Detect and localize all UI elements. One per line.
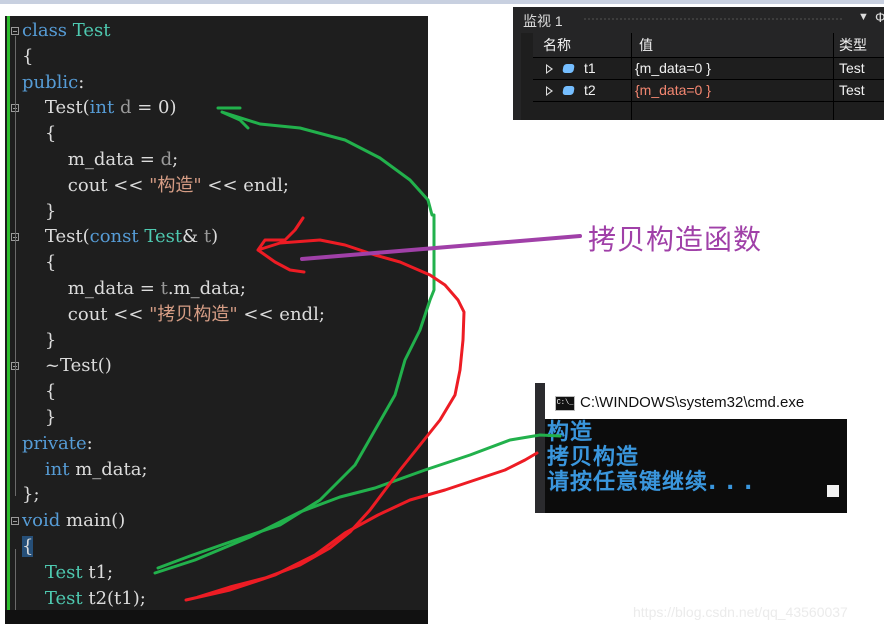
purple-arrow-stroke (300, 234, 582, 261)
annotation-strokes (153, 106, 582, 602)
green-arrow-stroke (153, 433, 562, 575)
red-arrow-stroke (184, 451, 539, 602)
green-arrow-stroke (156, 106, 436, 570)
